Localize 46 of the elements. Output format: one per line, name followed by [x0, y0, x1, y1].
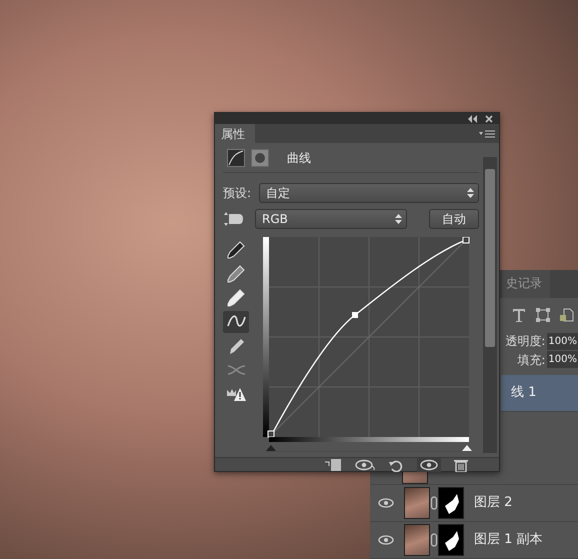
layer-name: 线 1: [511, 384, 536, 402]
channel-dropdown[interactable]: RGB: [255, 209, 407, 229]
eye-icon: [355, 458, 375, 472]
updown-icon: [467, 188, 474, 198]
layer-name: 图层 2: [474, 494, 512, 512]
eye-button[interactable]: [417, 458, 441, 472]
mask-thumbnail: [438, 524, 464, 556]
control-point: [268, 430, 274, 438]
curve-tool[interactable]: [223, 311, 249, 333]
adjustment-title: 曲线: [287, 150, 311, 166]
type-layer-icon[interactable]: [512, 308, 526, 322]
clip-to-layer-icon: [323, 458, 343, 472]
auto-button[interactable]: 自动: [429, 209, 479, 229]
layer-row[interactable]: 线 1: [501, 375, 578, 412]
mask-thumbnail: [438, 487, 464, 520]
preset-label: 预设:: [223, 185, 252, 202]
eye-icon: [419, 458, 439, 472]
close-icon[interactable]: [485, 114, 493, 122]
curves-adjustment-icon: [227, 148, 245, 166]
layer-row[interactable]: 图层 1 副本: [370, 522, 578, 559]
eyedropper-icon: [226, 288, 246, 308]
smart-object-icon[interactable]: [560, 308, 574, 322]
layer-mask-icon: [251, 148, 269, 166]
eyedropper-icon: [226, 264, 246, 284]
fill-label: 填充:: [517, 352, 546, 369]
link-icon: [430, 533, 438, 548]
trash-icon: [451, 458, 471, 472]
updown-icon: [395, 214, 402, 224]
hand-adjust-icon[interactable]: [223, 211, 245, 227]
layer-name: 图层 1 副本: [474, 531, 543, 550]
transform-icon[interactable]: [536, 308, 550, 322]
link-icon: [430, 496, 438, 510]
preset-dropdown[interactable]: 自定: [259, 183, 479, 203]
eyedropper-icon: [226, 240, 246, 260]
scrollbar[interactable]: [483, 157, 497, 453]
eye-icon[interactable]: [378, 535, 394, 546]
fill-field[interactable]: 100%: [547, 351, 578, 368]
opacity-field[interactable]: 100%: [547, 332, 578, 350]
control-point: [352, 312, 358, 318]
panel-tab[interactable]: 属性: [215, 124, 255, 143]
opacity-label: 透明度:: [505, 333, 546, 350]
layer-row[interactable]: 图层 2: [370, 485, 578, 522]
control-point: [462, 237, 470, 244]
eye-icon[interactable]: [378, 498, 394, 508]
eye-button[interactable]: [353, 458, 377, 472]
panel-menu-icon[interactable]: [479, 130, 495, 138]
